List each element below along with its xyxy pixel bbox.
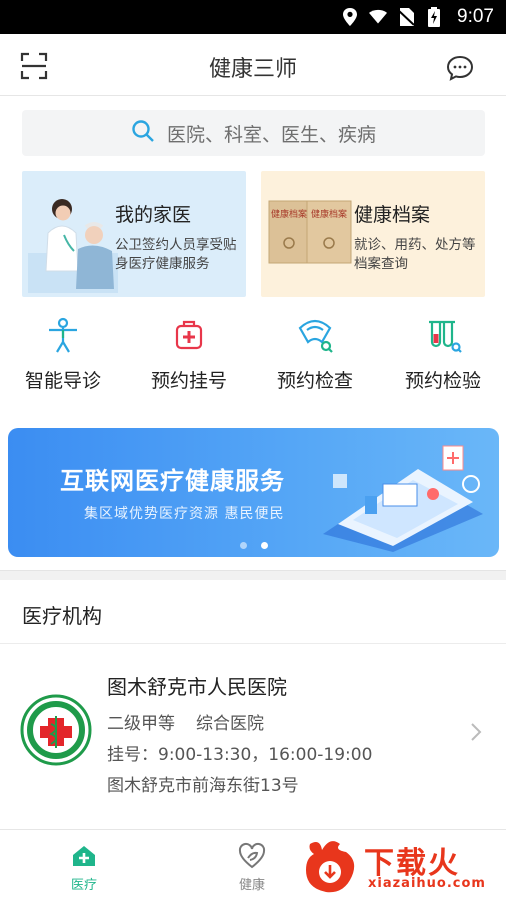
banner-title: 互联网医疗健康服务 bbox=[60, 467, 285, 495]
tab-label: 医疗 bbox=[70, 878, 97, 893]
quick-item-smart-guide[interactable]: 智能导诊 bbox=[8, 316, 118, 393]
location-icon bbox=[341, 8, 359, 26]
file-folder-illustration: 健康档案 健康档案 bbox=[268, 200, 352, 264]
banner-dot[interactable] bbox=[239, 542, 247, 549]
hospital-name: 图木舒克市人民医院 bbox=[107, 675, 287, 699]
tab-health[interactable]: 健康 bbox=[212, 842, 292, 893]
hospital-home-icon bbox=[73, 846, 95, 866]
quick-item-label: 预约检验 bbox=[404, 370, 481, 392]
quick-item-label: 智能导诊 bbox=[24, 370, 101, 392]
hospital-level: 二级甲等 bbox=[107, 714, 175, 734]
section-divider bbox=[0, 570, 506, 580]
watermark: 下载火 xiazaihuo.com bbox=[300, 836, 504, 896]
tab-medical[interactable]: 医疗 bbox=[44, 842, 124, 893]
banner-subtitle: 集区域优势医疗资源 惠民便民 bbox=[84, 506, 285, 522]
hospital-address: 图木舒克市前海东街13号 bbox=[107, 776, 299, 796]
folder-label-right: 健康档案 bbox=[311, 208, 347, 220]
folder-label-left: 健康档案 bbox=[271, 208, 307, 220]
family-doctor-desc: 公卫签约人员享受贴身医疗健康服务 bbox=[115, 237, 237, 272]
no-sim-icon bbox=[397, 8, 415, 26]
quick-item-registration[interactable]: 预约挂号 bbox=[134, 316, 244, 393]
search-icon bbox=[131, 119, 155, 147]
status-time: 9:07 bbox=[457, 6, 494, 27]
family-doctor-title: 我的家医 bbox=[115, 204, 192, 226]
banner-pagination bbox=[8, 542, 499, 549]
quick-nav: 智能导诊 预约挂号 预约检查 预约检验 bbox=[0, 316, 506, 396]
health-record-desc: 就诊、用药、处方等档案查询 bbox=[354, 237, 476, 272]
page-title: 健康三师 bbox=[208, 57, 297, 82]
wifi-icon bbox=[369, 8, 388, 26]
test-tube-search-icon bbox=[429, 320, 462, 353]
medical-kit-icon bbox=[175, 320, 203, 350]
health-record-card[interactable]: 健康档案 健康档案 健康档案 就诊、用药、处方等档案查询 bbox=[261, 171, 485, 297]
promo-banner[interactable]: 互联网医疗健康服务 集区域优势医疗资源 惠民便民 bbox=[8, 428, 499, 557]
app-header: 健康三师 bbox=[0, 34, 506, 96]
status-bar: 9:07 bbox=[0, 0, 506, 34]
health-record-title: 健康档案 bbox=[354, 204, 431, 226]
flame-logo-icon bbox=[306, 841, 355, 893]
battery-charging-icon bbox=[425, 7, 443, 27]
search-placeholder: 医院、科室、医生、疾病 bbox=[166, 123, 376, 146]
quick-item-examination[interactable]: 预约检查 bbox=[260, 316, 370, 393]
hospital-logo bbox=[20, 694, 92, 766]
heart-leaf-icon bbox=[238, 842, 266, 869]
phone-medical-illustration bbox=[323, 445, 483, 552]
doctor-patient-illustration bbox=[28, 199, 118, 293]
chevron-right-icon bbox=[471, 723, 482, 741]
hospital-hours: 挂号：9:00-13:30，16:00-19:00 bbox=[107, 745, 373, 765]
search-bar[interactable]: 医院、科室、医生、疾病 bbox=[22, 110, 485, 156]
message-icon[interactable] bbox=[446, 55, 474, 81]
quick-item-label: 预约挂号 bbox=[150, 370, 227, 392]
tab-label: 健康 bbox=[238, 878, 265, 893]
watermark-url: xiazaihuo.com bbox=[368, 876, 486, 891]
body-guide-icon bbox=[49, 317, 77, 353]
quick-item-lab-test[interactable]: 预约检验 bbox=[388, 316, 498, 393]
section-title: 医疗机构 bbox=[22, 604, 102, 628]
hospital-list-item[interactable]: 图木舒克市人民医院 二级甲等 综合医院 挂号：9:00-13:30，16:00-… bbox=[0, 644, 506, 829]
ultrasound-search-icon bbox=[298, 319, 333, 353]
banner-dot-active[interactable] bbox=[260, 542, 268, 549]
hospital-type: 综合医院 bbox=[196, 714, 264, 734]
quick-item-label: 预约检查 bbox=[276, 370, 353, 392]
family-doctor-card[interactable]: 我的家医 公卫签约人员享受贴身医疗健康服务 bbox=[22, 171, 246, 297]
